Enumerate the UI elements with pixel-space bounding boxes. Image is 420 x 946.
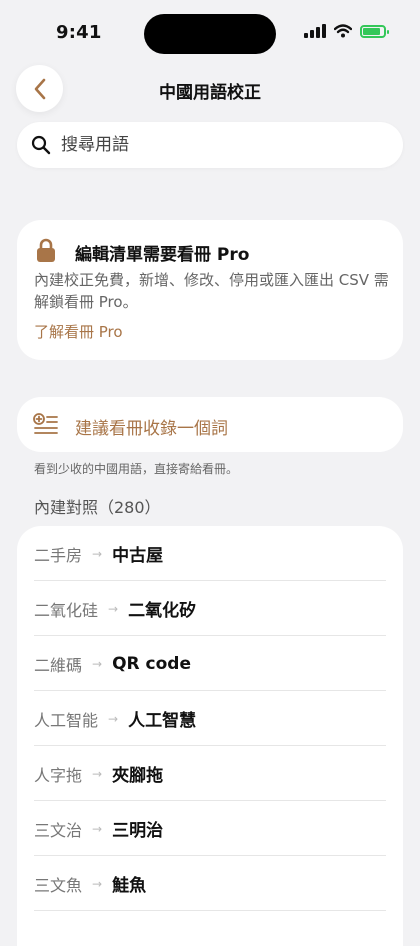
page-title: 中國用語校正: [159, 83, 261, 103]
term-target: 夾腳拖: [112, 766, 164, 786]
term-source: 人工智能: [34, 710, 99, 730]
term-target: 二氧化矽: [128, 601, 197, 621]
pro-upsell-card: 編輯清單需要看冊 Pro 內建校正免費，新增、修改、停用或匯入匯出 CSV 需解…: [17, 220, 403, 360]
suggest-term-button[interactable]: 建議看冊收錄一個詞: [17, 397, 403, 452]
term-target: 鮭魚: [112, 876, 147, 896]
term-row[interactable]: 二手房 → 中古屋: [17, 526, 403, 581]
arrow-right-icon: →: [108, 711, 119, 726]
arrow-right-icon: →: [92, 766, 103, 781]
suggest-caption: 看到少收的中國用語，直接寄給看冊。: [34, 462, 239, 476]
learn-pro-link[interactable]: 了解看冊 Pro: [34, 321, 123, 342]
arrow-right-icon: →: [92, 546, 103, 561]
term-row[interactable]: 二維碼 → QR code: [17, 636, 403, 691]
status-time: 9:41: [56, 22, 102, 43]
battery-icon: [360, 24, 389, 38]
suggest-term-label: 建議看冊收錄一個詞: [75, 419, 228, 439]
term-row[interactable]: 人字拖 → 夾腳拖: [17, 746, 403, 801]
term-source: 三文魚: [34, 875, 83, 895]
dynamic-island: [144, 14, 276, 54]
term-source: 二手房: [34, 545, 83, 565]
term-source: 人字拖: [34, 765, 83, 785]
arrow-right-icon: →: [108, 601, 119, 616]
term-source: 三文治: [34, 820, 83, 840]
add-list-icon: [33, 413, 58, 434]
term-row[interactable]: 三文魚 → 鮭魚: [17, 856, 403, 911]
arrow-right-icon: →: [92, 656, 103, 671]
status-bar: 9:41: [0, 0, 420, 60]
search-input[interactable]: [59, 134, 383, 156]
pro-card-description: 內建校正免費，新增、修改、停用或匯入匯出 CSV 需解鎖看冊 Pro。: [34, 271, 389, 311]
term-source: 二氧化硅: [34, 600, 99, 620]
term-row[interactable]: 二氧化硅 → 二氧化矽: [17, 581, 403, 636]
signal-icon: [304, 24, 326, 38]
search-icon: [31, 135, 51, 155]
term-target: 人工智慧: [128, 711, 197, 731]
arrow-right-icon: →: [92, 821, 103, 836]
term-target: 三明治: [112, 821, 164, 841]
pro-card-title: 編輯清單需要看冊 Pro: [75, 245, 250, 265]
term-target: QR code: [112, 653, 191, 674]
wifi-icon: [334, 24, 352, 38]
term-row[interactable]: 人工智能 → 人工智慧: [17, 691, 403, 746]
lock-icon: [37, 238, 55, 262]
builtin-term-list: 二手房 → 中古屋 二氧化硅 → 二氧化矽 二維碼 → QR code 人工智能…: [17, 526, 403, 946]
arrow-right-icon: →: [92, 876, 103, 891]
term-target: 中古屋: [112, 546, 164, 566]
builtin-section-header: 內建對照（280）: [34, 498, 161, 517]
status-icons: [304, 24, 389, 38]
term-row[interactable]: 三文治 → 三明治: [17, 801, 403, 856]
term-source: 二維碼: [34, 655, 83, 675]
search-bar[interactable]: [17, 122, 403, 168]
